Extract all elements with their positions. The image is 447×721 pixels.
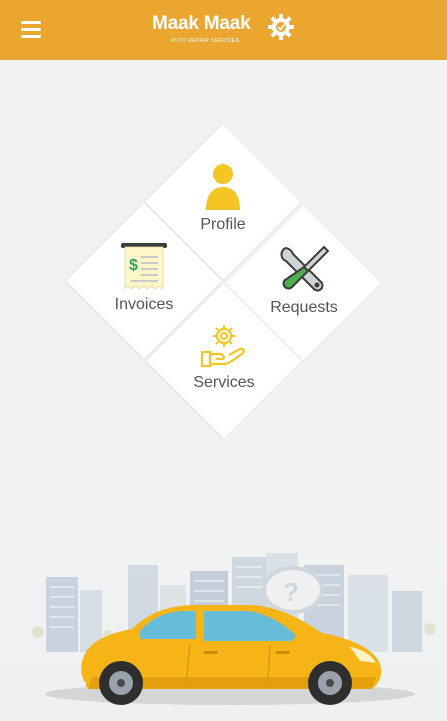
tile-profile[interactable]: Profile [163,162,283,234]
tile-profile-label: Profile [200,216,246,233]
brand-name: Maak Maak [152,13,251,34]
tile-invoices[interactable]: $ Invoices [84,242,204,314]
tile-services-label: Services [193,374,255,391]
tools-icon [280,245,330,292]
tile-requests[interactable]: Requests [244,243,364,317]
svg-text:?: ? [283,577,299,607]
svg-text:$: $ [129,257,138,274]
receipt-icon: $ [121,243,167,291]
tile-requests-label: Requests [270,299,338,316]
tile-services[interactable]: Services [164,322,284,392]
car-city-illustration: ? [0,505,447,721]
gear-icon [268,14,294,40]
app-header: Maak Maak AUTO REPAIR SERVICES [0,0,447,60]
hamburger-menu-icon[interactable] [18,17,44,43]
user-icon [206,164,240,210]
hand-gear-icon [200,325,245,368]
brand-tagline: AUTO REPAIR SERVICES [171,38,240,44]
app-logo: Maak Maak AUTO REPAIR SERVICES [152,11,302,49]
tile-invoices-label: Invoices [114,296,174,313]
